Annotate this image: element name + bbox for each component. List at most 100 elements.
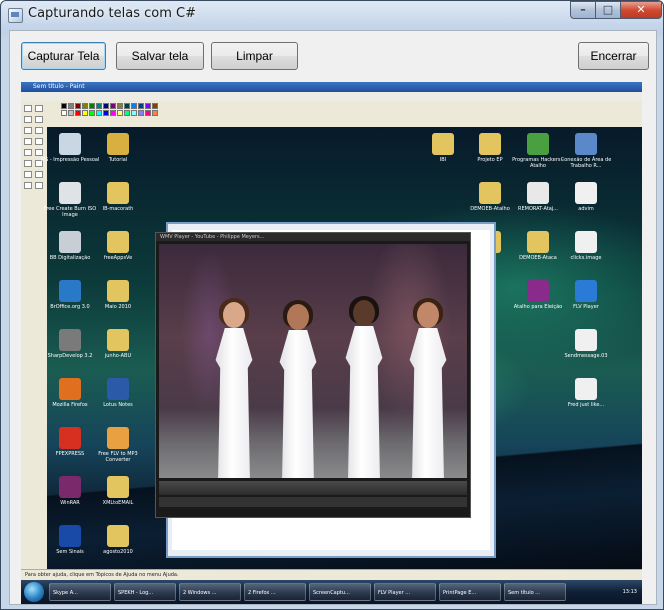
- save-screen-button[interactable]: Salvar tela: [116, 42, 204, 70]
- desktop-icon: [432, 133, 454, 155]
- desktop-icon: [59, 280, 81, 302]
- desktop-icon: [107, 133, 129, 155]
- paint-tool-icon: [35, 149, 43, 156]
- captured-taskbar: Skype A... SPEKH - Log... 2 Windows ... 2 F…: [21, 580, 642, 604]
- taskbar-item: 2 Firefox ...: [244, 583, 306, 601]
- desktop-icon: [59, 329, 81, 351]
- palette-swatch: [75, 110, 81, 116]
- captured-paint-statusbar: Para obter ajuda, clique em Tópicos de A…: [21, 569, 642, 580]
- paint-tool-icon: [24, 116, 32, 123]
- desktop-icon: [59, 133, 81, 155]
- paint-tool-icon: [24, 182, 32, 189]
- singer-head: [223, 302, 245, 328]
- desktop-icon: [575, 329, 597, 351]
- palette-swatch: [103, 103, 109, 109]
- palette-swatch: [138, 103, 144, 109]
- desktop-icon: [527, 182, 549, 204]
- paint-tool-icon: [35, 182, 43, 189]
- desktop-icon-label: advim: [578, 206, 594, 212]
- desktop-icon: [107, 427, 129, 449]
- palette-swatch: [61, 110, 67, 116]
- main-window: Capturando telas com C# – □ ✕ Capturar T…: [0, 0, 664, 610]
- desktop-icon: [107, 378, 129, 400]
- singer-figure: [275, 300, 321, 478]
- title-bar[interactable]: Capturando telas com C# – □ ✕: [1, 1, 663, 29]
- captured-paint-menubar: [21, 92, 642, 101]
- singer-figure: [405, 298, 451, 478]
- palette-swatch: [124, 103, 130, 109]
- paint-tool-icon: [24, 160, 32, 167]
- desktop-icon-label: Fred just like...: [567, 402, 605, 408]
- desktop-icon: [527, 133, 549, 155]
- desktop-icon-label: Maio 2010: [104, 304, 132, 310]
- palette-swatch: [152, 103, 158, 109]
- desktop-icon: [107, 231, 129, 253]
- singer-figure: [211, 298, 257, 478]
- exit-button[interactable]: Encerrar: [578, 42, 649, 70]
- taskbar-item: FLV Player ...: [374, 583, 436, 601]
- taskbar-item: Sem título ...: [504, 583, 566, 601]
- desktop-icon-label: freeAppsVe: [103, 255, 133, 261]
- palette-swatch: [89, 103, 95, 109]
- player-url-bar: [159, 497, 467, 507]
- taskbar-item: 2 Windows ...: [179, 583, 241, 601]
- desktop-icon: [527, 280, 549, 302]
- desktop-icon: [575, 280, 597, 302]
- desktop-icon-label: IB-macorath: [102, 206, 134, 212]
- desktop-icon: [575, 182, 597, 204]
- desktop-icon-label: junho-ABU: [104, 353, 132, 359]
- minimize-button[interactable]: –: [570, 1, 596, 19]
- palette-swatch: [131, 110, 137, 116]
- singer-dress: [215, 328, 253, 478]
- desktop-icon-label: clicks.image: [570, 255, 602, 261]
- singer-dress: [409, 328, 447, 478]
- palette-swatch: [89, 110, 95, 116]
- paint-tool-icon: [24, 171, 32, 178]
- palette-swatch: [110, 110, 116, 116]
- video-frame-singers: [159, 244, 467, 478]
- palette-swatch: [68, 103, 74, 109]
- paint-tool-icon: [35, 105, 43, 112]
- palette-swatch: [61, 103, 67, 109]
- desktop-icon: [59, 427, 81, 449]
- desktop-icon: [59, 378, 81, 400]
- palette-swatch: [138, 110, 144, 116]
- form-client-area: Capturar Tela Salvar tela Limpar Encerra…: [9, 30, 657, 605]
- desktop-icon: [59, 476, 81, 498]
- desktop-icon: [107, 329, 129, 351]
- captured-paint-toolbox: [21, 101, 48, 569]
- palette-swatch: [152, 110, 158, 116]
- paint-tool-icon: [24, 105, 32, 112]
- player-controls: [159, 481, 467, 495]
- desktop-icon-label: Conexão de Área de Trabalho R...: [560, 157, 612, 169]
- singer-head: [287, 304, 309, 330]
- palette-swatch: [82, 103, 88, 109]
- paint-tool-icon: [35, 138, 43, 145]
- desktop-icon: [107, 476, 129, 498]
- captured-desktop: IPS - Impressão Pessoal Tutorial Free Crea…: [41, 127, 642, 569]
- close-button[interactable]: ✕: [620, 1, 662, 19]
- desktop-icon: [59, 231, 81, 253]
- desktop-icon-label: FLV Player: [573, 304, 599, 310]
- desktop-icon: [479, 182, 501, 204]
- desktop-icon: [575, 378, 597, 400]
- desktop-icon-label: Lotus Notes: [103, 402, 133, 408]
- palette-swatch: [117, 110, 123, 116]
- palette-swatch: [117, 103, 123, 109]
- desktop-icon: [107, 525, 129, 547]
- palette-swatch: [110, 103, 116, 109]
- taskbar-item: SPEKH - Log...: [114, 583, 176, 601]
- palette-swatch: [131, 103, 137, 109]
- desktop-icon-label: Sendmessage.03: [564, 353, 608, 359]
- app-window-icon: [8, 8, 23, 23]
- desktop-icon: [59, 525, 81, 547]
- clear-button[interactable]: Limpar: [211, 42, 298, 70]
- maximize-button[interactable]: □: [595, 1, 621, 19]
- player-titlebar: WMV Player - YouTube - Philippe Meyers..…: [156, 233, 470, 241]
- singer-head: [353, 300, 375, 326]
- taskbar-clock: 13:13: [622, 589, 637, 595]
- desktop-icon: [107, 182, 129, 204]
- capture-screen-button[interactable]: Capturar Tela: [21, 42, 106, 70]
- palette-swatch: [96, 103, 102, 109]
- desktop-icon: [59, 182, 81, 204]
